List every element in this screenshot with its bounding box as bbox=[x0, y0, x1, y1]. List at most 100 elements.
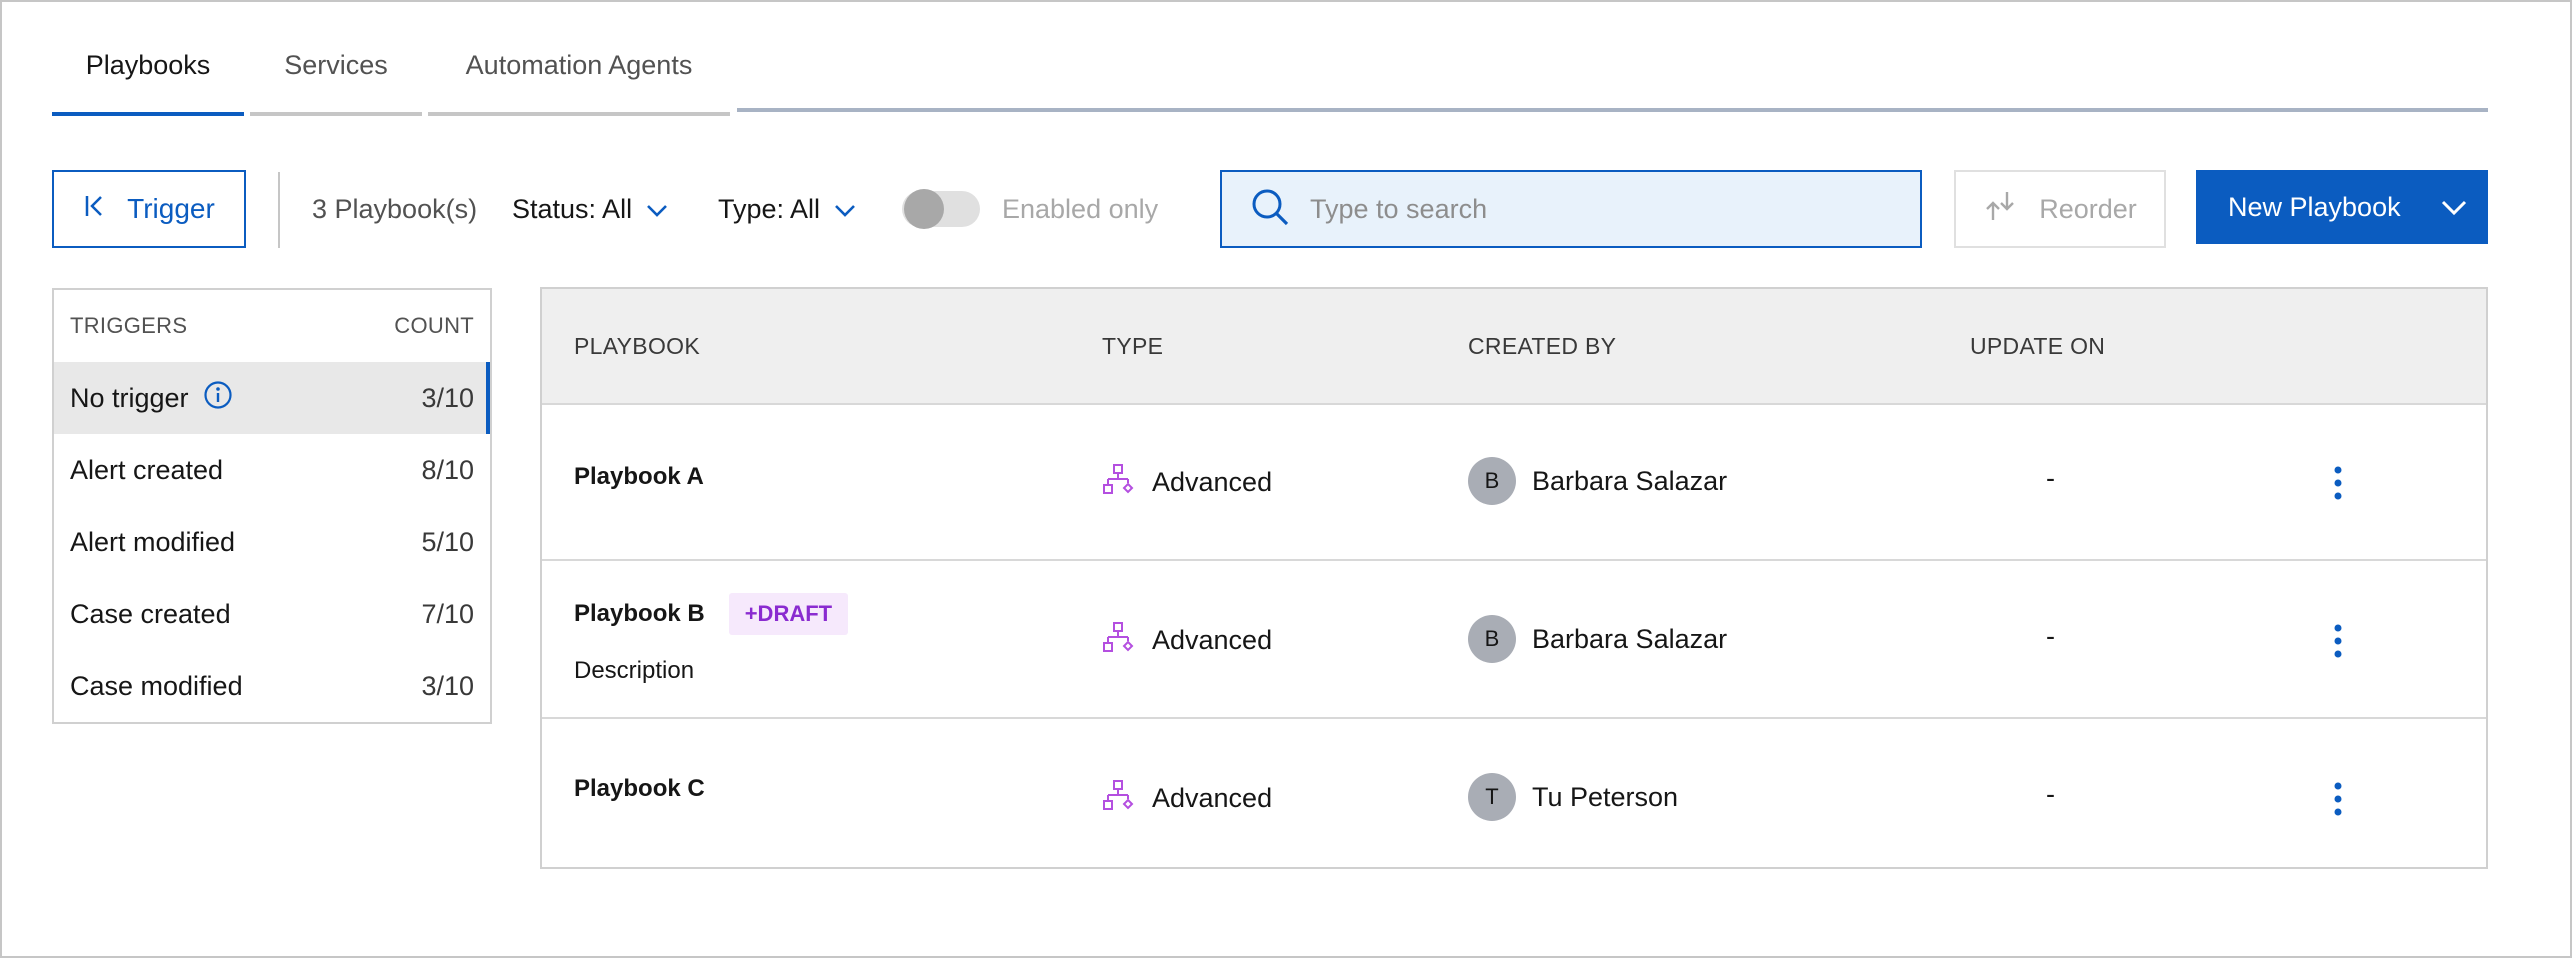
tab-automation-agents[interactable]: Automation Agents bbox=[428, 40, 730, 116]
playbook-count: 3 Playbook(s) bbox=[312, 194, 478, 224]
avatar: T bbox=[1468, 773, 1516, 821]
reorder-button[interactable]: Reorder bbox=[1954, 170, 2166, 248]
trigger-item-label: Alert created bbox=[70, 454, 224, 485]
trigger-item-label: Case created bbox=[70, 598, 231, 629]
triggers-panel: TRIGGERS COUNT No trigger 3/10 Alert cre… bbox=[52, 288, 492, 724]
trigger-button[interactable]: Trigger bbox=[52, 170, 246, 248]
tab-bar: Playbooks Services Automation Agents bbox=[52, 40, 2488, 116]
overflow-menu-icon[interactable] bbox=[2318, 617, 2358, 665]
playbooks-table: PLAYBOOK TYPE CREATED BY UPDATE ON Playb… bbox=[540, 287, 2488, 869]
enabled-only-label: Enabled only bbox=[1002, 193, 1159, 224]
toggle-knob bbox=[904, 189, 944, 229]
trigger-item-label: Case modified bbox=[70, 670, 243, 701]
info-icon[interactable] bbox=[203, 380, 233, 417]
trigger-item-alert-created[interactable]: Alert created 8/10 bbox=[54, 434, 490, 506]
creator-name: Barbara Salazar bbox=[1532, 465, 1728, 496]
count-header-label: COUNT bbox=[394, 313, 474, 338]
created-by-cell: T Tu Peterson bbox=[1468, 773, 1678, 821]
type-cell: Advanced bbox=[1102, 621, 1272, 660]
playbook-name-cell: Playbook B +DRAFT bbox=[574, 593, 849, 635]
tab-bar-rule bbox=[737, 108, 2488, 112]
status-filter-dropdown[interactable]: Status: All bbox=[512, 170, 668, 248]
trigger-item-count: 5/10 bbox=[421, 526, 474, 557]
row-menu[interactable] bbox=[2318, 459, 2358, 507]
trigger-item-alert-modified[interactable]: Alert modified 5/10 bbox=[54, 506, 490, 578]
enabled-only-toggle[interactable]: Enabled only bbox=[902, 170, 1158, 248]
search-input[interactable] bbox=[1310, 193, 1870, 225]
avatar: B bbox=[1468, 457, 1516, 505]
workflow-icon bbox=[1102, 779, 1134, 818]
tab-label: Automation Agents bbox=[465, 50, 693, 80]
trigger-item-case-modified[interactable]: Case modified 3/10 bbox=[54, 650, 490, 722]
row-menu[interactable] bbox=[2318, 775, 2358, 823]
table-header: PLAYBOOK TYPE CREATED BY UPDATE ON bbox=[542, 289, 2486, 403]
overflow-menu-icon[interactable] bbox=[2318, 775, 2358, 823]
trigger-item-count: 3/10 bbox=[421, 382, 474, 413]
trigger-item-count: 7/10 bbox=[421, 598, 474, 629]
new-playbook-label: New Playbook bbox=[2228, 191, 2401, 222]
search-box[interactable] bbox=[1220, 170, 1922, 248]
trigger-item-no-trigger[interactable]: No trigger 3/10 bbox=[54, 362, 490, 434]
tab-services[interactable]: Services bbox=[250, 40, 422, 116]
draft-badge: +DRAFT bbox=[728, 593, 849, 635]
trigger-item-count: 3/10 bbox=[421, 670, 474, 701]
column-header-playbook[interactable]: PLAYBOOK bbox=[574, 289, 700, 403]
collapse-left-icon bbox=[83, 193, 109, 226]
status-filter-label: Status: All bbox=[512, 193, 633, 224]
tab-playbooks[interactable]: Playbooks bbox=[52, 40, 244, 116]
column-header-update-on[interactable]: UPDATE ON bbox=[1970, 289, 2105, 403]
tab-label: Playbooks bbox=[85, 50, 211, 80]
tab-indicator bbox=[250, 112, 422, 116]
update-on-cell: - bbox=[2046, 779, 2055, 809]
row-menu[interactable] bbox=[2318, 617, 2358, 665]
column-header-created-by[interactable]: CREATED BY bbox=[1468, 289, 1616, 403]
table-row[interactable]: Playbook C Advanced T Tu Peterson - bbox=[542, 717, 2486, 865]
playbook-name-cell: Playbook C bbox=[574, 775, 705, 803]
type-label: Advanced bbox=[1152, 625, 1273, 655]
workflow-icon bbox=[1102, 463, 1134, 502]
trigger-item-label: No trigger bbox=[70, 382, 189, 413]
reorder-label: Reorder bbox=[2039, 193, 2137, 224]
creator-name: Tu Peterson bbox=[1532, 781, 1679, 812]
playbook-name[interactable]: Playbook C bbox=[574, 775, 705, 803]
playbook-name[interactable]: Playbook A bbox=[574, 463, 704, 491]
trigger-item-case-created[interactable]: Case created 7/10 bbox=[54, 578, 490, 650]
created-by-cell: B Barbara Salazar bbox=[1468, 615, 1727, 663]
playbook-description-cell: Description bbox=[574, 657, 694, 685]
toggle-switch[interactable] bbox=[902, 189, 980, 229]
trigger-item-count: 8/10 bbox=[421, 454, 474, 485]
workflow-icon bbox=[1102, 621, 1134, 660]
triggers-header: TRIGGERS COUNT bbox=[54, 290, 490, 362]
chevron-down-icon bbox=[646, 194, 668, 225]
type-cell: Advanced bbox=[1102, 463, 1272, 502]
new-playbook-button[interactable]: New Playbook bbox=[2196, 170, 2488, 244]
table-row[interactable]: Playbook A Advanced B Barbara Salazar - bbox=[542, 403, 2486, 559]
playbook-name-cell: Playbook A bbox=[574, 463, 704, 491]
playbook-name[interactable]: Playbook B bbox=[574, 600, 705, 628]
overflow-menu-icon[interactable] bbox=[2318, 459, 2358, 507]
toolbar: Trigger 3 Playbook(s) Status: All Type: … bbox=[52, 170, 2488, 248]
table-row[interactable]: Playbook B +DRAFT Description Advanced B… bbox=[542, 559, 2486, 717]
reorder-arrows-icon bbox=[1983, 189, 2017, 230]
avatar: B bbox=[1468, 615, 1516, 663]
creator-name: Barbara Salazar bbox=[1532, 623, 1728, 654]
trigger-item-label: Alert modified bbox=[70, 526, 236, 557]
tab-indicator bbox=[428, 112, 730, 116]
trigger-button-label: Trigger bbox=[127, 193, 215, 224]
trigger-item-label-wrap: No trigger bbox=[70, 380, 233, 417]
created-by-cell: B Barbara Salazar bbox=[1468, 457, 1727, 505]
type-label: Advanced bbox=[1152, 783, 1273, 813]
tab-indicator bbox=[52, 112, 244, 116]
update-on-cell: - bbox=[2046, 621, 2055, 651]
chevron-down-icon bbox=[2441, 192, 2467, 223]
update-on-cell: - bbox=[2046, 463, 2055, 493]
column-header-type[interactable]: TYPE bbox=[1102, 289, 1163, 403]
tab-label: Services bbox=[284, 50, 388, 80]
toolbar-divider bbox=[278, 172, 280, 248]
type-label: Advanced bbox=[1152, 467, 1273, 497]
type-filter-dropdown[interactable]: Type: All bbox=[718, 170, 856, 248]
type-filter-label: Type: All bbox=[718, 193, 821, 224]
search-icon bbox=[1250, 187, 1290, 232]
type-cell: Advanced bbox=[1102, 779, 1272, 818]
triggers-header-label: TRIGGERS bbox=[70, 313, 188, 338]
